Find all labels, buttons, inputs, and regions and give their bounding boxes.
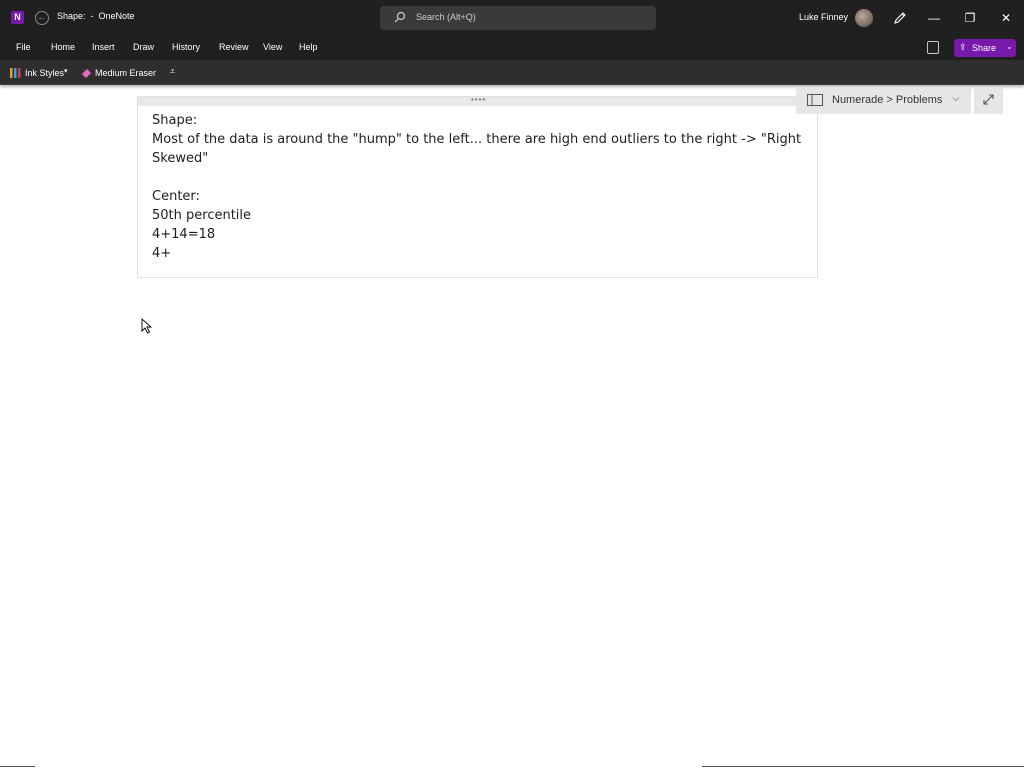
ink-styles-icon[interactable] <box>9 66 22 79</box>
avatar[interactable] <box>855 9 873 27</box>
menu-file[interactable]: File <box>16 42 31 52</box>
search-box[interactable]: Search (Alt+Q) <box>380 6 656 30</box>
note-line: 4+14=18 <box>152 227 216 242</box>
note-line: 4+ <box>152 246 172 261</box>
note-line <box>152 168 812 187</box>
menu-home[interactable]: Home <box>51 42 75 52</box>
expand-button[interactable] <box>974 87 1003 114</box>
expand-icon <box>983 94 994 105</box>
note-line: Center: <box>152 189 200 204</box>
menu-view[interactable]: View <box>263 42 282 52</box>
menu-review[interactable]: Review <box>219 42 249 52</box>
chevron-down-icon[interactable]: ⌄ <box>1006 42 1013 51</box>
search-placeholder: Search (Alt+Q) <box>416 12 476 22</box>
grip-icon[interactable]: •••• <box>471 95 486 104</box>
menu-insert[interactable]: Insert <box>92 42 115 52</box>
user-name[interactable]: Luke Finney <box>799 12 848 22</box>
eraser-label[interactable]: Medium Eraser <box>95 68 156 78</box>
notebook-breadcrumb: Numerade > Problems <box>832 94 943 106</box>
ink-styles-label[interactable]: Ink Styles <box>25 68 64 78</box>
search-icon <box>394 11 406 23</box>
ribbon-toolbar: Ink Styles ▾ Medium Eraser ⩡ <box>0 60 1024 85</box>
note-drag-handle[interactable]: •••• <box>138 95 817 106</box>
sticky-notes-icon[interactable] <box>927 41 939 54</box>
restore-button[interactable]: ❐ <box>952 0 988 36</box>
title-bar: N ← Shape: - OneNote Search (Alt+Q) Luke… <box>0 0 1024 36</box>
note-container[interactable]: •••• Shape: Most of the data is around t… <box>137 95 818 278</box>
note-body[interactable]: Shape: Most of the data is around the "h… <box>152 111 812 263</box>
divider <box>0 766 35 767</box>
share-icon: ⇪ <box>959 42 967 52</box>
chevron-down-icon[interactable]: ⌵ <box>952 93 960 104</box>
mouse-cursor-icon <box>141 318 153 334</box>
window-title: Shape: - OneNote <box>57 11 135 21</box>
note-line: Most of the data is around the "hump" to… <box>152 132 802 147</box>
note-line: 50th percentile <box>152 208 252 223</box>
share-label: Share <box>972 43 997 53</box>
menu-help[interactable]: Help <box>299 42 318 52</box>
onenote-app-icon: N <box>11 11 24 24</box>
back-arrow-icon[interactable]: ← <box>35 11 49 25</box>
pen-icon[interactable] <box>892 10 908 26</box>
minimize-button[interactable]: — <box>916 0 952 36</box>
divider <box>702 766 1024 767</box>
note-line: Skewed" <box>152 151 209 166</box>
share-button[interactable]: ⇪ Share ⌄ <box>954 39 1016 57</box>
menu-bar: File Home Insert Draw History Review Vie… <box>0 36 1024 60</box>
chevron-down-icon[interactable]: ▾ <box>64 67 68 75</box>
notebook-icon <box>807 94 823 106</box>
menu-history[interactable]: History <box>172 42 200 52</box>
note-line: Shape: <box>152 113 198 128</box>
eraser-icon[interactable] <box>81 67 92 78</box>
customize-toolbar-icon[interactable]: ⩡ <box>170 66 175 77</box>
notebook-navigation[interactable]: Numerade > Problems ⌵ <box>796 87 971 114</box>
menu-draw[interactable]: Draw <box>133 42 154 52</box>
close-button[interactable]: ✕ <box>988 0 1024 36</box>
